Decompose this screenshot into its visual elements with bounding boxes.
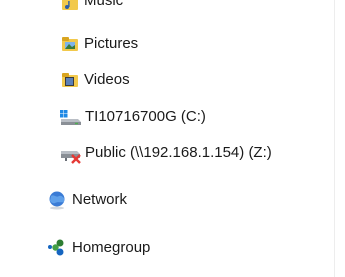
navigation-pane: Music Pictures Videos TI10716700G (C:) P…: [0, 0, 345, 277]
nav-item-label: Videos: [84, 71, 130, 88]
videos-folder-icon: [60, 69, 82, 91]
nav-item-label: TI10716700G (C:): [85, 108, 206, 125]
pictures-folder-icon: [60, 33, 82, 55]
nav-item-label: Music: [84, 0, 124, 9]
nav-item-network-drive[interactable]: Public (\\192.168.1.154) (Z:): [59, 140, 272, 166]
nav-item-label: Pictures: [84, 35, 139, 52]
homegroup-icon: [46, 237, 70, 259]
network-icon: [46, 189, 70, 211]
nav-item-label: Homegroup: [72, 239, 151, 256]
disconnected-network-drive-icon: [59, 142, 83, 164]
nav-item-label: Public (\\192.168.1.154) (Z:): [85, 144, 272, 161]
nav-item-videos[interactable]: Videos: [60, 67, 130, 93]
pane-divider: [334, 0, 335, 277]
nav-item-network[interactable]: Network: [46, 187, 127, 213]
nav-item-pictures[interactable]: Pictures: [60, 31, 138, 57]
music-folder-icon: [60, 0, 82, 14]
nav-item-local-drive[interactable]: TI10716700G (C:): [59, 104, 206, 130]
nav-item-label: Network: [72, 191, 128, 208]
nav-item-homegroup[interactable]: Homegroup: [46, 235, 150, 261]
local-drive-icon: [59, 106, 83, 128]
nav-item-music[interactable]: Music: [60, 0, 123, 10]
